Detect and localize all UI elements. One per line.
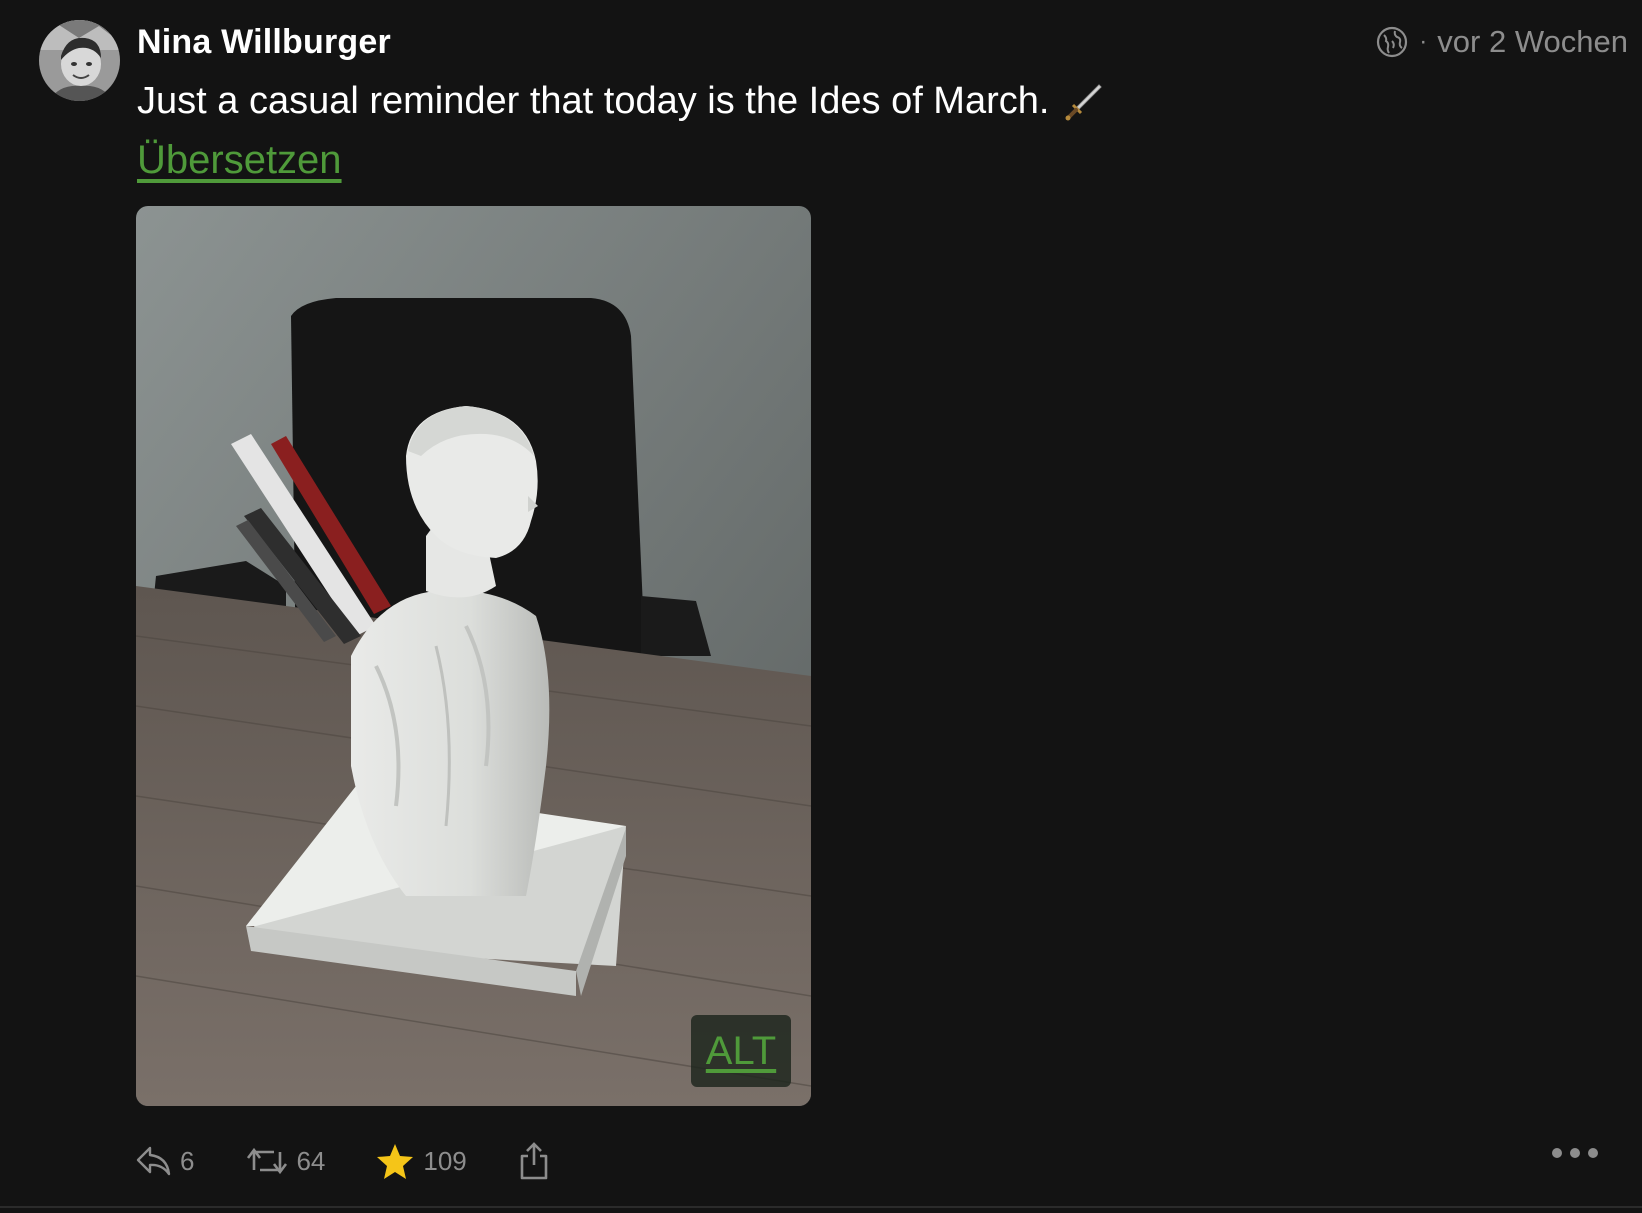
divider xyxy=(0,1206,1642,1208)
status-post: Nina Willburger · vor 2 Wochen Just a ca… xyxy=(0,0,1642,1213)
timestamp[interactable]: vor 2 Wochen xyxy=(1437,20,1628,64)
more-options-button[interactable] xyxy=(1552,1148,1598,1158)
reply-count: 6 xyxy=(180,1145,195,1176)
favourite-button[interactable]: 109 xyxy=(375,1142,467,1180)
caesar-bust-photo xyxy=(136,206,811,1106)
favourite-count: 109 xyxy=(423,1145,467,1176)
media-attachment[interactable] xyxy=(136,206,811,1106)
boost-count: 64 xyxy=(296,1145,326,1176)
boost-button[interactable]: 64 xyxy=(246,1144,325,1178)
globe-icon[interactable] xyxy=(1375,25,1409,59)
action-bar: 6 64 109 xyxy=(134,1138,551,1184)
more-dot xyxy=(1570,1148,1580,1158)
more-dot xyxy=(1552,1148,1562,1158)
post-content: Just a casual reminder that today is the… xyxy=(137,76,1107,126)
share-button[interactable] xyxy=(517,1141,551,1181)
share-icon xyxy=(517,1141,551,1181)
dagger-icon xyxy=(1063,79,1107,123)
post-text: Just a casual reminder that today is the… xyxy=(137,80,1050,122)
boost-icon xyxy=(246,1144,288,1178)
reply-icon xyxy=(134,1144,172,1178)
star-icon xyxy=(375,1142,415,1180)
translate-link[interactable]: Übersetzen xyxy=(137,134,342,186)
meta-separator: · xyxy=(1419,28,1428,55)
post-meta: · vor 2 Wochen xyxy=(1375,20,1628,64)
author-name[interactable]: Nina Willburger xyxy=(137,20,391,64)
avatar[interactable] xyxy=(39,20,120,101)
reply-button[interactable]: 6 xyxy=(134,1144,194,1178)
alt-text-button[interactable]: ALT xyxy=(691,1015,791,1087)
avatar-image xyxy=(39,20,120,101)
more-dot xyxy=(1588,1148,1598,1158)
